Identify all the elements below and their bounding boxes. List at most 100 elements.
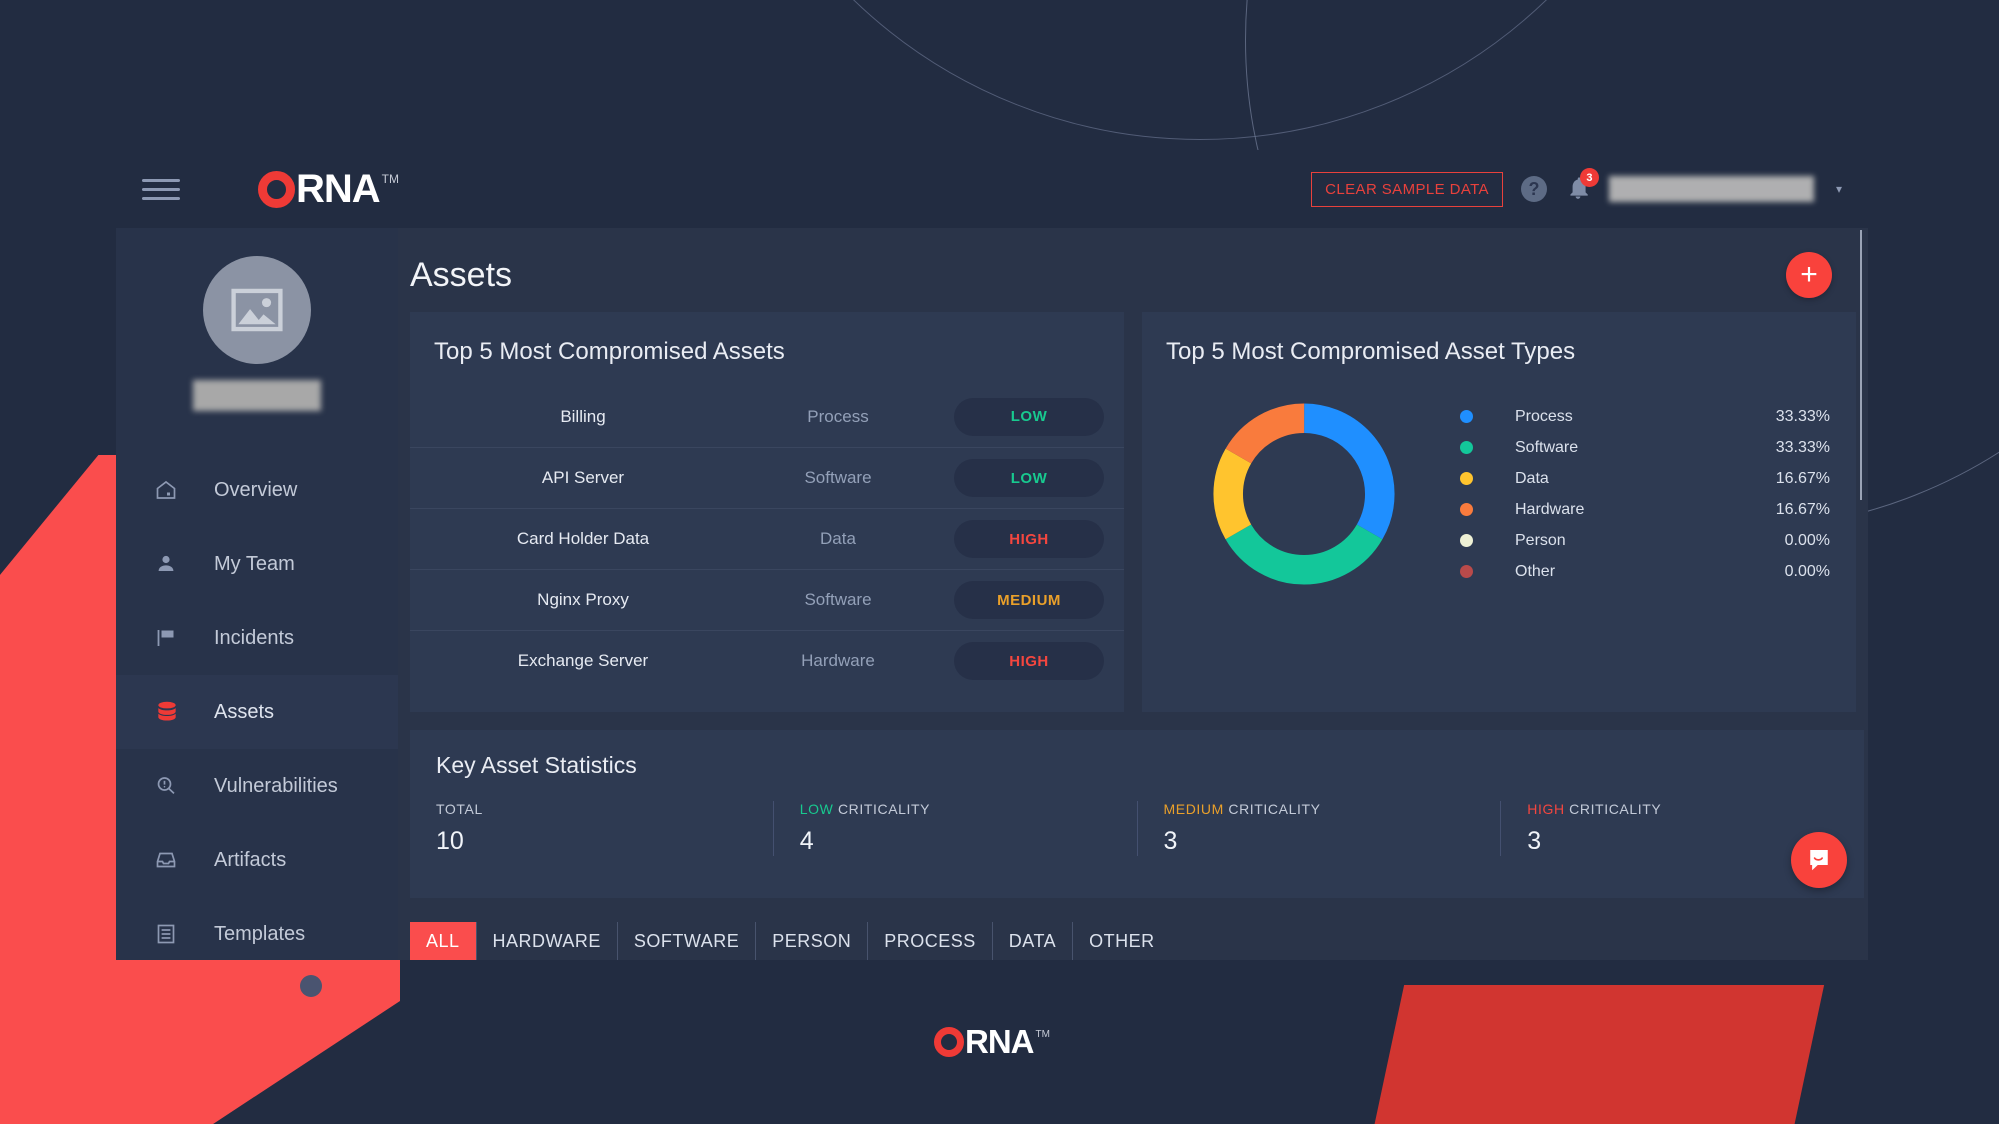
status-badge: HIGH — [954, 642, 1104, 680]
notification-badge: 3 — [1579, 168, 1599, 187]
key-asset-statistics-card: Key Asset Statistics TOTAL 10 LOW CRITICAL… — [410, 730, 1864, 898]
tab-data[interactable]: DATA — [993, 922, 1074, 960]
legend-item[interactable]: Other 0.00% — [1460, 556, 1830, 587]
sidebar-item-label: Vulnerabilities — [214, 774, 338, 797]
asset-name: Nginx Proxy — [537, 590, 629, 609]
user-name-redacted[interactable] — [1608, 176, 1814, 202]
content-scrollbar[interactable] — [1858, 230, 1864, 956]
stat-cell: MEDIUM CRITICALITY 3 — [1136, 801, 1501, 856]
sidebar-item-assets[interactable]: Assets — [105, 675, 398, 749]
legend-label: Data — [1515, 469, 1549, 487]
legend-item[interactable]: Person 0.00% — [1460, 525, 1830, 556]
table-row[interactable]: Exchange Server Hardware HIGH — [410, 630, 1124, 691]
sidebar-item-label: Artifacts — [214, 848, 287, 871]
legend-color-dot — [1460, 472, 1473, 485]
avatar[interactable] — [203, 256, 311, 364]
table-row[interactable]: Card Holder Data Data HIGH — [410, 508, 1124, 569]
donut-chart-area: Process 33.33% Software 33.33% Data 16.67% Har… — [1142, 366, 1856, 594]
stat-label-prefix: LOW — [799, 801, 834, 817]
footer: RNA TM — [116, 960, 1868, 1124]
legend-item[interactable]: Software 33.33% — [1460, 432, 1830, 463]
card-title: Top 5 Most Compromised Asset Types — [1166, 338, 1576, 365]
hamburger-menu-icon[interactable] — [138, 172, 184, 206]
image-placeholder-icon — [231, 288, 283, 332]
legend-value: 16.67% — [1775, 469, 1830, 487]
clear-sample-data-button[interactable]: CLEAR SAMPLE DATA — [1311, 171, 1503, 207]
stat-label-prefix: TOTAL — [436, 801, 483, 817]
stat-label: MEDIUM CRITICALITY — [1164, 801, 1501, 817]
asset-table: Billing Process LOW API Server Software LOW Ca… — [410, 386, 1124, 691]
asset-type-tabs: ALL HARDWARE SOFTWARE PERSON PROCESS DATA OTHE… — [410, 922, 1868, 960]
sidebar-item-overview[interactable]: Overview — [116, 453, 398, 527]
chevron-down-icon[interactable]: ▾ — [1836, 182, 1842, 196]
status-badge: LOW — [954, 397, 1104, 436]
legend-color-dot — [1460, 441, 1473, 454]
legend-label: Person — [1515, 531, 1566, 549]
asset-type: Software — [804, 468, 872, 487]
stat-label-prefix: MEDIUM — [1163, 801, 1224, 817]
footer-logo: RNA TM — [934, 1023, 1050, 1060]
orna-o-icon — [934, 1027, 965, 1057]
flag-icon — [154, 626, 184, 650]
asset-type: Process — [807, 406, 869, 426]
top-compromised-assets-card: Top 5 Most Compromised Assets Billing Pro… — [410, 312, 1124, 712]
add-asset-button[interactable]: + — [1786, 252, 1832, 298]
stat-value: 10 — [436, 827, 464, 855]
legend-value: 0.00% — [1784, 562, 1830, 580]
sidebar-item-incidents[interactable]: Incidents — [116, 601, 398, 675]
stat-label-suffix: CRITICALITY — [1564, 801, 1662, 817]
table-row[interactable]: Nginx Proxy Software MEDIUM — [410, 569, 1124, 630]
home-icon — [154, 478, 184, 502]
legend-label: Hardware — [1515, 500, 1585, 518]
notifications-bell[interactable]: 3 — [1565, 168, 1599, 203]
stat-value: 4 — [799, 827, 814, 855]
orna-wordmark: RNA — [965, 1023, 1034, 1060]
legend-color-dot — [1460, 565, 1473, 578]
top-bar: RNA TM CLEAR SAMPLE DATA ? 3 ▾ — [116, 150, 1868, 228]
asset-name: API Server — [541, 468, 625, 487]
status-badge: MEDIUM — [954, 581, 1104, 619]
sidebar-item-label: Assets — [214, 700, 275, 723]
tab-hardware[interactable]: HARDWARE — [477, 922, 618, 960]
stat-cell: TOTAL 10 — [410, 801, 773, 856]
tab-process[interactable]: PROCESS — [868, 922, 993, 960]
stat-cell: LOW CRITICALITY 4 — [772, 801, 1137, 856]
asset-type: Hardware — [801, 651, 875, 670]
asset-name: Exchange Server — [517, 651, 649, 670]
stat-label: TOTAL — [436, 801, 773, 817]
sidebar-item-label: Incidents — [214, 626, 295, 649]
sidebar-item-artifacts[interactable]: Artifacts — [116, 823, 398, 897]
chat-widget-button[interactable] — [1791, 832, 1847, 888]
sidebar-item-label: Templates — [214, 922, 306, 945]
table-row[interactable]: API Server Software LOW — [410, 447, 1124, 508]
profile-block — [116, 228, 398, 411]
legend-item[interactable]: Process 33.33% — [1460, 401, 1830, 432]
page-header: Assets + — [398, 228, 1868, 298]
database-icon — [154, 699, 184, 725]
stat-label-suffix: CRITICALITY — [833, 801, 931, 817]
stat-label: LOW CRITICALITY — [800, 801, 1137, 817]
tab-all[interactable]: ALL — [410, 922, 477, 960]
tab-software[interactable]: SOFTWARE — [618, 922, 757, 960]
sidebar-item-vulnerabilities[interactable]: Vulnerabilities — [116, 749, 398, 823]
tab-person[interactable]: PERSON — [756, 922, 869, 960]
table-row[interactable]: Billing Process LOW — [410, 386, 1124, 447]
legend-value: 16.67% — [1775, 500, 1830, 518]
person-icon — [154, 552, 184, 576]
sidebar: Overview My Team Incidents Assets Vulner… — [105, 228, 398, 960]
legend-color-dot — [1460, 503, 1473, 516]
asset-type: Data — [820, 529, 856, 548]
tab-other[interactable]: OTHER — [1073, 922, 1171, 960]
sidebar-item-my-team[interactable]: My Team — [116, 527, 398, 601]
asset-name: Billing — [560, 406, 606, 426]
statistics-grid: TOTAL 10 LOW CRITICALITY 4 MEDIUM CRITICALIT… — [410, 801, 1864, 856]
legend-item[interactable]: Data 16.67% — [1460, 463, 1830, 494]
chat-bubble-icon — [1810, 850, 1828, 871]
top-compromised-asset-types-card: Top 5 Most Compromised Asset Types Proce… — [1142, 312, 1856, 712]
scrollbar-thumb[interactable] — [1860, 230, 1862, 500]
legend-item[interactable]: Hardware 16.67% — [1460, 494, 1830, 525]
header-logo[interactable]: RNA TM — [258, 169, 399, 209]
help-icon[interactable]: ? — [1520, 176, 1547, 202]
sidebar-item-label: My Team — [214, 552, 295, 575]
page-title: Assets — [410, 255, 513, 294]
